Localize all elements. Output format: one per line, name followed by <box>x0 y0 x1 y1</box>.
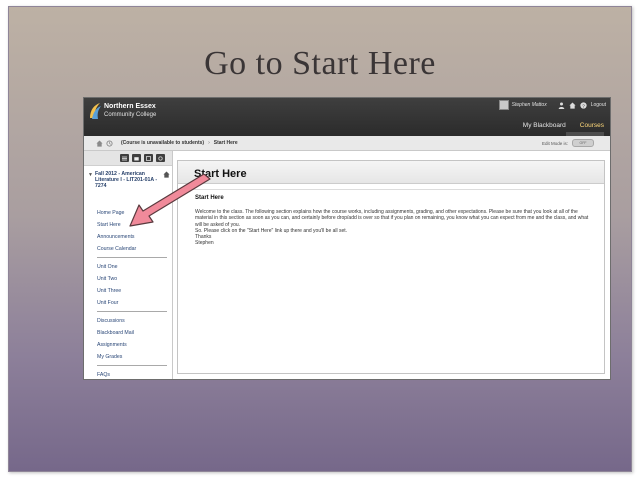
course-heading: ▼ Fall 2012 - American Literature I - LI… <box>88 171 170 189</box>
item-line-signature: Stephen <box>195 240 214 247</box>
blackboard-screenshot: Northern Essex Community College Stephen… <box>83 97 611 380</box>
logo-line2: Community College <box>104 112 157 118</box>
top-header: Northern Essex Community College Stephen… <box>84 98 610 136</box>
breadcrumb-history-icon[interactable] <box>106 139 113 147</box>
course-menu-toolbar <box>84 151 172 166</box>
folder-view-icon[interactable] <box>132 154 141 162</box>
logo-swoosh-icon <box>90 103 101 119</box>
menu-item-blackboard-mail[interactable]: Blackboard Mail <box>97 330 134 336</box>
breadcrumb-icons <box>96 139 113 147</box>
logout-link[interactable]: Logout <box>591 102 606 108</box>
svg-text:?: ? <box>582 103 585 109</box>
logo-line1: Northern Essex <box>104 103 156 110</box>
menu-divider <box>97 311 167 312</box>
menu-item-faqs[interactable]: FAQs <box>97 372 110 378</box>
content-header: Start Here <box>178 161 604 184</box>
course-home-icon[interactable] <box>163 171 170 178</box>
slide-background: Go to Start Here Northern Essex Communit… <box>8 6 632 472</box>
avatar[interactable] <box>498 100 509 110</box>
page-title: Start Here <box>194 168 247 180</box>
item-body: Welcome to the class. The following sect… <box>195 209 589 247</box>
tab-my-blackboard[interactable]: My Blackboard <box>523 122 566 129</box>
menu-item-unit-two[interactable]: Unit Two <box>97 276 117 282</box>
menu-item-announcements[interactable]: Announcements <box>97 234 135 240</box>
edit-mode: Edit Mode is: OFF <box>542 139 594 147</box>
nav-tabs: My Blackboard Courses <box>523 122 604 129</box>
person-icon[interactable] <box>558 101 566 109</box>
add-menu-item-icon[interactable] <box>120 154 129 162</box>
menu-item-start-here[interactable]: Start Here <box>97 222 121 228</box>
user-area: Stephen Mattox ? Logout <box>498 100 606 110</box>
breadcrumb-course[interactable]: (Course is unavailable to students) <box>121 140 204 146</box>
menu-item-discussions[interactable]: Discussions <box>97 318 125 324</box>
menu-item-unit-four[interactable]: Unit Four <box>97 300 118 306</box>
breadcrumb: (Course is unavailable to students) › St… <box>84 136 610 151</box>
content-area: Start Here Start Here Welcome to the cla… <box>177 160 605 374</box>
menu-item-my-grades[interactable]: My Grades <box>97 354 122 360</box>
course-menu: ▼ Fall 2012 - American Literature I - LI… <box>84 151 173 379</box>
slide-title: Go to Start Here <box>204 45 436 82</box>
menu-item-course-calendar[interactable]: Course Calendar <box>97 246 136 252</box>
menu-item-assignments[interactable]: Assignments <box>97 342 127 348</box>
content-item: Start Here Welcome to the class. The fol… <box>186 189 590 366</box>
menu-item-unit-three[interactable]: Unit Three <box>97 288 121 294</box>
menu-item-unit-one[interactable]: Unit One <box>97 264 117 270</box>
refresh-icon[interactable] <box>156 154 165 162</box>
user-name[interactable]: Stephen Mattox <box>512 102 547 108</box>
new-window-icon[interactable] <box>144 154 153 162</box>
menu-item-home-page[interactable]: Home Page <box>97 210 124 216</box>
item-title[interactable]: Start Here <box>195 195 224 201</box>
breadcrumb-separator: › <box>208 140 210 146</box>
menu-divider <box>97 257 167 258</box>
course-title[interactable]: Fall 2012 - American Literature I - LIT2… <box>88 171 170 189</box>
tab-courses[interactable]: Courses <box>580 122 604 129</box>
help-icon[interactable]: ? <box>580 101 588 109</box>
menu-divider <box>97 365 167 366</box>
breadcrumb-page: Start Here <box>213 140 238 146</box>
breadcrumb-home-icon[interactable] <box>96 139 103 147</box>
home-icon[interactable] <box>569 101 577 109</box>
edit-mode-label: Edit Mode is: <box>541 140 568 146</box>
collapse-triangle-icon[interactable]: ▼ <box>88 172 93 178</box>
item-paragraph: Welcome to the class. The following sect… <box>195 209 589 228</box>
college-logo[interactable]: Northern Essex Community College <box>88 102 178 122</box>
edit-mode-toggle[interactable]: OFF <box>572 139 594 147</box>
